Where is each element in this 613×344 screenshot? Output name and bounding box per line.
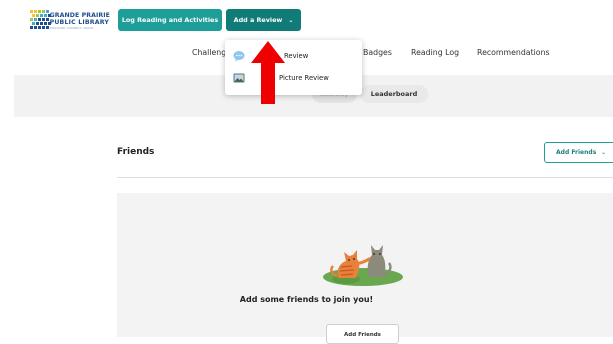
- menu-item-picture-review[interactable]: Picture Review: [225, 68, 362, 88]
- logo-line-2: PUBLIC LIBRARY: [49, 18, 110, 26]
- cats-illustration-icon: [323, 245, 403, 286]
- logo-line-1: GRANDE PRAIRIE: [49, 11, 110, 19]
- log-reading-button[interactable]: Log Reading and Activities: [118, 9, 222, 31]
- logo-tagline: DISCOVER. CONNECT. GROW.: [49, 25, 94, 30]
- chevron-down-icon: ⌄: [288, 16, 294, 24]
- chevron-down-icon: ⌄: [601, 149, 606, 156]
- logo-text: GRANDE PRAIRIE PUBLIC LIBRARY DISCOVER. …: [50, 12, 110, 31]
- menu-item-review-label: Review: [284, 52, 309, 60]
- friends-heading: Friends: [117, 147, 155, 157]
- menu-item-review[interactable]: Review: [225, 46, 362, 66]
- add-review-button-label: Add a Review: [233, 16, 283, 24]
- add-review-button[interactable]: Add a Review ⌄: [226, 9, 301, 31]
- add-friends-button[interactable]: Add Friends: [326, 324, 399, 344]
- tab-leaderboard-label: Leaderboard: [370, 90, 418, 98]
- library-logo[interactable]: GRANDE PRAIRIE PUBLIC LIBRARY DISCOVER. …: [30, 9, 110, 33]
- nav-item-recommendations[interactable]: Recommendations: [477, 48, 550, 57]
- add-friends-dropdown-button[interactable]: Add Friends ⌄: [544, 142, 613, 163]
- menu-item-picture-review-label: Picture Review: [279, 74, 329, 82]
- picture-icon: [233, 73, 245, 83]
- add-review-menu: Review Picture Review: [225, 40, 362, 95]
- friends-empty-message: Add some friends to join you!: [239, 295, 374, 304]
- add-friends-button-label: Add Friends: [556, 149, 597, 156]
- nav-item-reading-log[interactable]: Reading Log: [411, 48, 459, 57]
- annotation-arrow-icon: [251, 41, 285, 104]
- top-header: GRANDE PRAIRIE PUBLIC LIBRARY DISCOVER. …: [0, 0, 613, 40]
- logo-mark-icon: [30, 10, 51, 32]
- nav-item-badges[interactable]: Badges: [363, 48, 392, 57]
- section-divider: [117, 177, 613, 178]
- speech-bubble-icon: [233, 51, 245, 62]
- nav-item-challenges[interactable]: Challeng: [192, 48, 226, 57]
- tab-leaderboard[interactable]: Leaderboard: [360, 85, 428, 103]
- add-friends-bottom-label: Add Friends: [344, 332, 381, 338]
- log-reading-button-label: Log Reading and Activities: [121, 16, 219, 24]
